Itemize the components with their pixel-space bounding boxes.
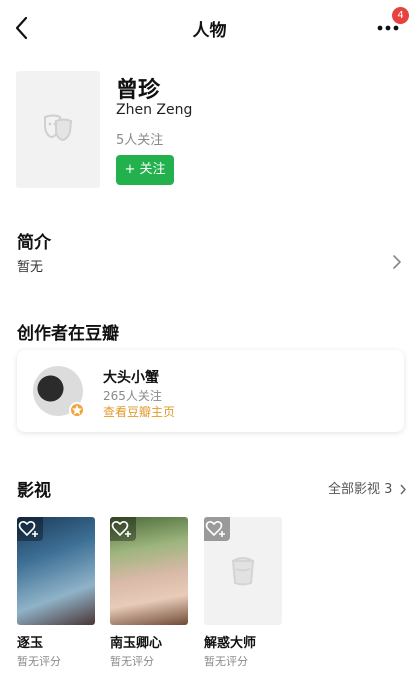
all-works-link[interactable]: 全部影视 3 xyxy=(328,478,407,497)
work-title[interactable]: 逐玉 xyxy=(17,632,43,651)
work-poster-placeholder[interactable] xyxy=(204,517,282,625)
drama-mask-icon xyxy=(44,114,73,142)
creator-homepage-link[interactable]: 查看豆瓣主页 xyxy=(103,403,175,420)
intro-text: 暂无 xyxy=(17,260,44,275)
works-section-title: 影视 xyxy=(17,481,51,501)
person-name-cn: 曾珍 xyxy=(116,78,161,103)
notification-badge: 4 xyxy=(392,7,409,24)
person-name-en: Zhen Zeng xyxy=(116,102,193,118)
heart-plus-icon[interactable] xyxy=(110,517,136,541)
person-followers: 5人关注 xyxy=(116,133,164,148)
intro-expand-button[interactable] xyxy=(391,254,403,274)
work-rating: 暂无评分 xyxy=(17,655,61,668)
work-title[interactable]: 解惑大师 xyxy=(204,632,256,651)
all-works-label: 全部影视 3 xyxy=(328,482,393,497)
page-title: 人物 xyxy=(192,21,227,41)
chevron-right-icon xyxy=(393,255,401,269)
heart-plus-icon[interactable] xyxy=(17,517,43,541)
work-poster[interactable] xyxy=(17,517,95,625)
person-photo-placeholder xyxy=(16,71,100,188)
follow-button[interactable]: + 关注 xyxy=(116,155,174,185)
chevron-right-icon xyxy=(400,484,406,495)
star-badge-icon xyxy=(69,402,85,418)
work-rating: 暂无评分 xyxy=(110,655,154,668)
work-poster[interactable] xyxy=(110,517,188,625)
work-title[interactable]: 南玉卿心 xyxy=(110,632,162,651)
cup-placeholder-icon xyxy=(231,557,255,586)
intro-section-title: 简介 xyxy=(17,233,51,253)
creator-followers: 265人关注 xyxy=(103,389,162,403)
creator-card[interactable]: 大头小蟹 265人关注 查看豆瓣主页 xyxy=(17,350,404,432)
work-rating: 暂无评分 xyxy=(204,655,248,668)
creator-name: 大头小蟹 xyxy=(103,370,159,386)
heart-plus-icon[interactable] xyxy=(204,517,230,541)
creator-section-title: 创作者在豆瓣 xyxy=(17,324,119,344)
